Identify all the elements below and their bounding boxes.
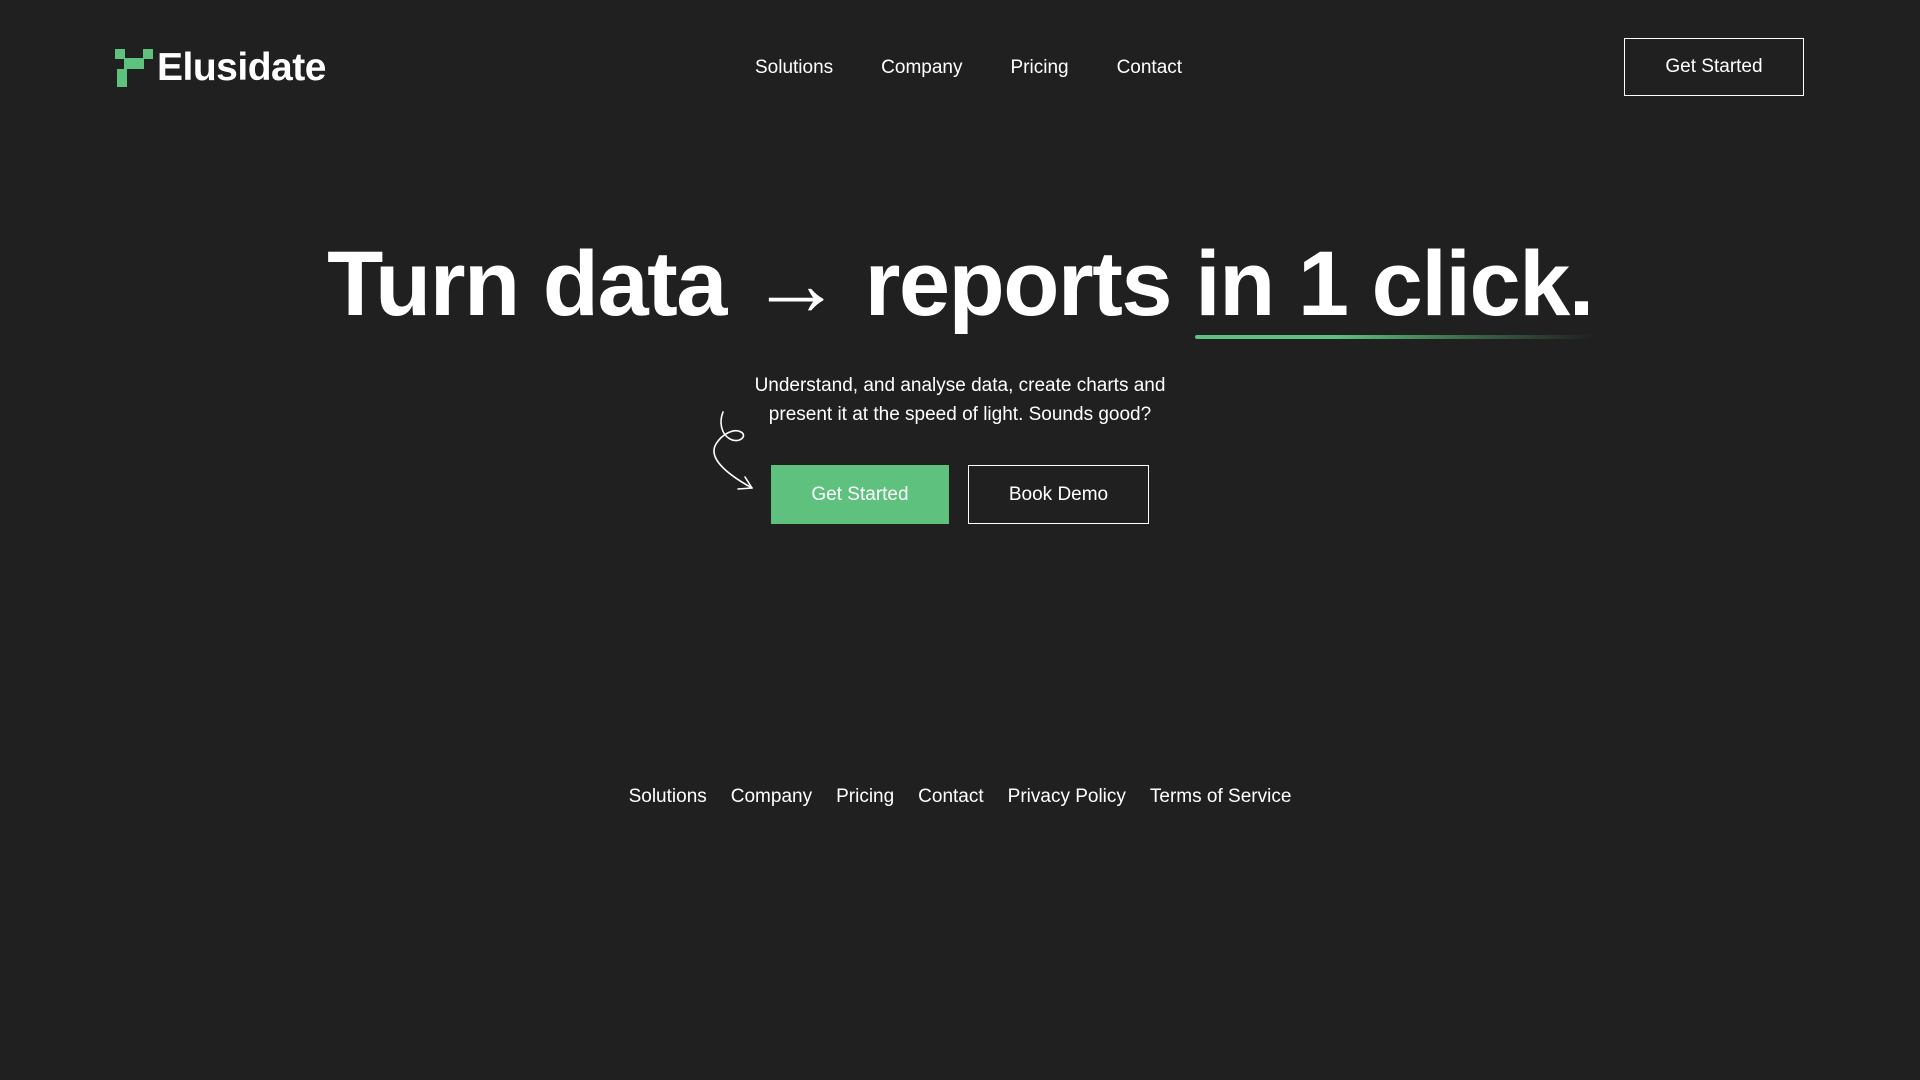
hero-title: Turn data → reports in 1 click. — [0, 228, 1920, 340]
footer-link-contact[interactable]: Contact — [918, 786, 983, 808]
hero-title-main: Turn data → reports — [327, 233, 1196, 335]
highlight-underline — [1195, 335, 1593, 339]
book-demo-button[interactable]: Book Demo — [968, 465, 1149, 524]
footer-link-terms-of-service[interactable]: Terms of Service — [1150, 786, 1291, 808]
nav-link-company[interactable]: Company — [881, 57, 962, 79]
pixel-logo-icon — [115, 48, 153, 87]
hero-subtitle: Understand, and analyse data, create cha… — [700, 371, 1220, 429]
hero-title-highlight-text: in 1 click. — [1195, 233, 1594, 335]
brand-logo-link[interactable]: Elusidate — [115, 48, 326, 87]
footer-link-company[interactable]: Company — [731, 786, 812, 808]
footer-link-solutions[interactable]: Solutions — [629, 786, 707, 808]
footer-nav: Solutions Company Pricing Contact Privac… — [0, 786, 1920, 808]
header-get-started-button[interactable]: Get Started — [1624, 38, 1804, 96]
main-nav: Solutions Company Pricing Contact — [755, 57, 1182, 79]
hero-get-started-button[interactable]: Get Started — [771, 465, 949, 524]
footer-link-privacy-policy[interactable]: Privacy Policy — [1008, 786, 1126, 808]
hero-title-highlight: in 1 click. — [1195, 228, 1594, 340]
nav-link-contact[interactable]: Contact — [1117, 57, 1182, 79]
hero-subtitle-line-1: Understand, and analyse data, create cha… — [754, 375, 1166, 396]
nav-link-pricing[interactable]: Pricing — [1011, 57, 1069, 79]
brand-name: Elusidate — [157, 46, 326, 89]
hero-subtitle-line-2: present it at the speed of light. Sounds… — [768, 404, 1152, 425]
landing-page: Elusidate Solutions Company Pricing Cont… — [0, 0, 1920, 1080]
curly-arrow-icon — [713, 411, 753, 490]
nav-link-solutions[interactable]: Solutions — [755, 57, 833, 79]
footer-link-pricing[interactable]: Pricing — [836, 786, 894, 808]
